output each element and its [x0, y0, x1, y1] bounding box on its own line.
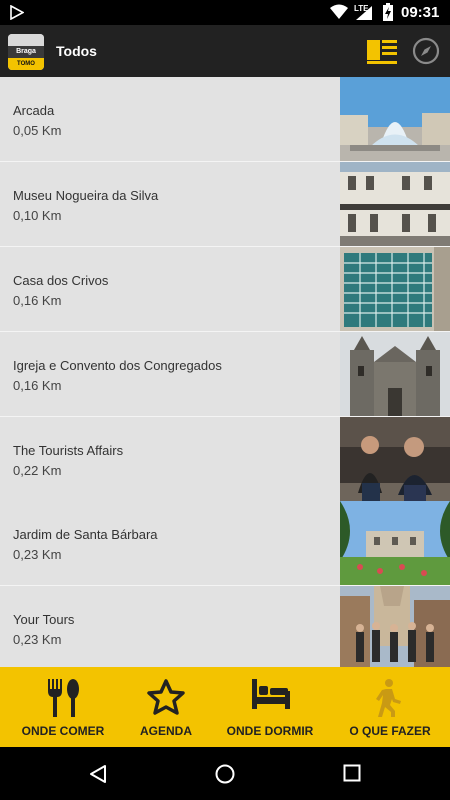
list-item-text: Jardim de Santa Bárbara 0,23 Km	[0, 501, 340, 585]
battery-charging-icon	[383, 3, 393, 21]
place-distance: 0,16 Km	[13, 293, 62, 308]
category-label: AGENDA	[139, 724, 192, 738]
signal-icon	[356, 6, 372, 20]
category-onde-dormir-button[interactable]: ONDE DORMIR	[220, 667, 320, 747]
category-o-que-fazer-button[interactable]: O QUE FAZER	[330, 667, 450, 747]
place-distance: 0,22 Km	[13, 463, 62, 478]
place-distance: 0,23 Km	[13, 547, 62, 562]
clock: 09:31	[401, 4, 440, 21]
place-name: Casa dos Crivos	[13, 273, 109, 288]
back-icon[interactable]	[88, 764, 108, 784]
category-onde-comer-button[interactable]: ONDE COMER	[0, 667, 126, 747]
place-photo	[340, 332, 450, 416]
compass-icon[interactable]	[412, 37, 440, 65]
category-bar: ONDE COMER AGENDA ONDE DORMIR O QUE FAZE…	[0, 667, 450, 747]
place-distance: 0,05 Km	[13, 123, 62, 138]
list-item[interactable]: Jardim de Santa Bárbara 0,23 Km	[0, 501, 450, 586]
place-name: Museu Nogueira da Silva	[13, 188, 159, 203]
list-item[interactable]: Casa dos Crivos 0,16 Km	[0, 247, 450, 332]
play-store-icon	[10, 5, 24, 20]
list-item-text: Your Tours 0,23 Km	[0, 586, 340, 667]
place-photo	[340, 501, 450, 585]
list-item[interactable]: Museu Nogueira da Silva 0,10 Km	[0, 162, 450, 247]
list-item-text: Arcada 0,05 Km	[0, 77, 340, 161]
status-bar: LTE 09:31	[0, 0, 450, 25]
place-photo	[340, 247, 450, 331]
category-agenda-button[interactable]: AGENDA	[112, 667, 220, 747]
app-logo[interactable]: Braga TOMO	[8, 34, 44, 70]
place-name: Jardim de Santa Bárbara	[13, 527, 158, 542]
place-photo	[340, 162, 450, 246]
system-nav-bar	[0, 747, 450, 800]
place-photo	[340, 586, 450, 667]
place-name: Igreja e Convento dos Congregados	[13, 358, 222, 373]
place-photo	[340, 77, 450, 161]
place-name: Your Tours	[13, 612, 75, 627]
list-item[interactable]: Your Tours 0,23 Km	[0, 586, 450, 667]
star-icon	[147, 679, 185, 715]
category-label: O QUE FAZER	[349, 724, 431, 738]
logo-city-text: Braga	[8, 46, 44, 58]
list-item-text: Museu Nogueira da Silva 0,10 Km	[0, 162, 340, 246]
place-distance: 0,10 Km	[13, 208, 62, 223]
list-view-icon[interactable]	[366, 38, 398, 64]
logo-brand-text: TOMO	[8, 58, 44, 70]
place-name: Arcada	[13, 103, 55, 118]
walking-person-icon	[376, 679, 401, 717]
list-item-text: Casa dos Crivos 0,16 Km	[0, 247, 340, 331]
bed-icon	[252, 679, 290, 709]
list-item[interactable]: Arcada 0,05 Km	[0, 77, 450, 162]
category-label: ONDE DORMIR	[226, 724, 314, 738]
places-list[interactable]: Arcada 0,05 Km Museu Nogueira da Silva 0…	[0, 77, 450, 667]
place-distance: 0,23 Km	[13, 632, 62, 647]
list-item-text: The Tourists Affairs 0,22 Km	[0, 417, 340, 501]
place-name: The Tourists Affairs	[13, 443, 124, 458]
list-item[interactable]: Igreja e Convento dos Congregados 0,16 K…	[0, 332, 450, 417]
home-icon[interactable]	[215, 764, 235, 784]
wifi-icon	[330, 4, 348, 19]
list-item[interactable]: The Tourists Affairs 0,22 Km	[0, 417, 450, 502]
app-bar: Braga TOMO Todos	[0, 25, 450, 77]
recents-icon[interactable]	[343, 764, 361, 782]
cutlery-icon	[48, 679, 79, 717]
page-title: Todos	[56, 43, 97, 59]
place-distance: 0,16 Km	[13, 378, 62, 393]
category-label: ONDE COMER	[21, 724, 105, 738]
list-item-text: Igreja e Convento dos Congregados 0,16 K…	[0, 332, 340, 416]
place-photo	[340, 417, 450, 501]
